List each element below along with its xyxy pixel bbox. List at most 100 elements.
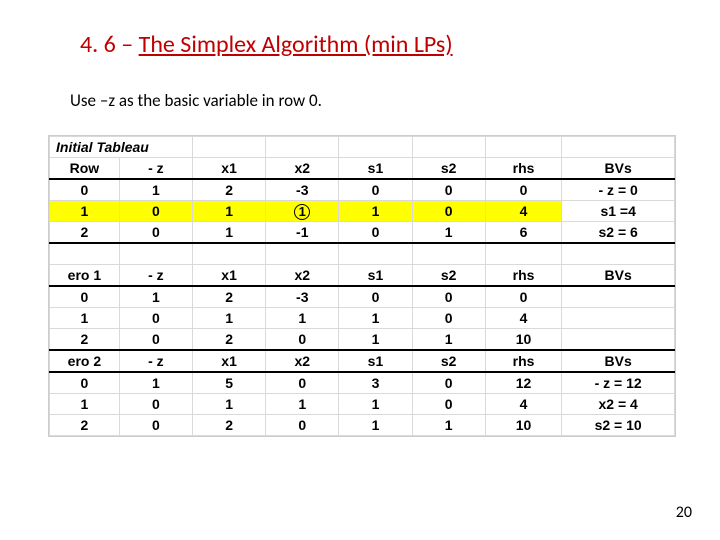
slide: 4. 6 – The Simplex Algorithm (min LPs) U…: [0, 0, 720, 540]
table-row: 01503012- z = 12: [50, 372, 675, 394]
cell: 10: [485, 329, 562, 351]
cell: - z: [119, 158, 192, 180]
cell: ero 2: [50, 350, 120, 372]
cell: [339, 137, 412, 158]
cell: 1: [50, 201, 120, 222]
section-label-row: Initial Tableau: [50, 137, 675, 158]
cell: -1: [266, 222, 339, 244]
cell: [485, 137, 562, 158]
cell: s2: [412, 265, 485, 287]
cell: 0: [339, 286, 412, 308]
cell: 0: [119, 201, 192, 222]
cell: ero 1: [50, 265, 120, 287]
cell: [562, 137, 675, 158]
table-row: 1011104x2 = 4: [50, 394, 675, 415]
table-row: 1011104: [50, 308, 675, 329]
cell: 1: [412, 329, 485, 351]
cell: BVs: [562, 158, 675, 180]
cell: 0: [485, 286, 562, 308]
cell: 1: [119, 179, 192, 201]
cell: 1: [50, 394, 120, 415]
cell: [50, 243, 120, 265]
cell: 2: [50, 329, 120, 351]
cell: [193, 243, 266, 265]
cell: 0: [339, 222, 412, 244]
cell: 0: [412, 286, 485, 308]
simplex-tableau: Initial TableauRow- zx1x2s1s2rhsBVs012-3…: [49, 136, 675, 436]
cell: 4: [485, 308, 562, 329]
cell: 1: [266, 201, 339, 222]
cell: s1: [339, 350, 412, 372]
cell: 0: [119, 415, 192, 436]
cell: 2: [50, 415, 120, 436]
cell: BVs: [562, 265, 675, 287]
cell: 0: [485, 179, 562, 201]
cell: rhs: [485, 265, 562, 287]
cell: 0: [266, 372, 339, 394]
cell: 12: [485, 372, 562, 394]
cell: 1: [339, 201, 412, 222]
cell: 1: [193, 201, 266, 222]
cell: [339, 243, 412, 265]
cell: x2 = 4: [562, 394, 675, 415]
table-row: 012-3000: [50, 286, 675, 308]
cell: -3: [266, 179, 339, 201]
page-number: 20: [676, 503, 692, 522]
table-row: 201-1016s2 = 6: [50, 222, 675, 244]
cell: [562, 329, 675, 351]
cell: 0: [412, 394, 485, 415]
title-prefix: 4. 6 –: [80, 30, 139, 59]
cell: s2 = 6: [562, 222, 675, 244]
cell: 0: [412, 372, 485, 394]
cell: 0: [412, 308, 485, 329]
cell: s2: [412, 158, 485, 180]
cell: 10: [485, 415, 562, 436]
cell: rhs: [485, 350, 562, 372]
cell: 6: [485, 222, 562, 244]
slide-subtitle: Use –z as the basic variable in row 0.: [70, 90, 322, 111]
cell: [119, 243, 192, 265]
cell: 0: [119, 308, 192, 329]
cell: 1: [266, 394, 339, 415]
cell: 2: [193, 286, 266, 308]
pivot-circle: 1: [294, 204, 310, 220]
header-row: ero 2- zx1x2s1s2rhsBVs: [50, 350, 675, 372]
cell: 4: [485, 201, 562, 222]
cell: x2: [266, 265, 339, 287]
cell: 1: [193, 394, 266, 415]
table-row: 1011104s1 =4: [50, 201, 675, 222]
cell: x2: [266, 158, 339, 180]
cell: 1: [193, 222, 266, 244]
cell: 1: [119, 286, 192, 308]
cell: [485, 243, 562, 265]
cell: 1: [339, 308, 412, 329]
cell: 2: [193, 179, 266, 201]
cell: [266, 243, 339, 265]
cell: - z: [119, 350, 192, 372]
cell: BVs: [562, 350, 675, 372]
cell: 0: [119, 394, 192, 415]
cell: 0: [339, 179, 412, 201]
header-row: Row- zx1x2s1s2rhsBVs: [50, 158, 675, 180]
cell: 4: [485, 394, 562, 415]
cell: [562, 308, 675, 329]
table-row: 20201110: [50, 329, 675, 351]
cell: 0: [266, 329, 339, 351]
cell: - z: [119, 265, 192, 287]
cell: 5: [193, 372, 266, 394]
cell: 0: [50, 179, 120, 201]
cell: 1: [412, 415, 485, 436]
cell: 1: [412, 222, 485, 244]
cell: rhs: [485, 158, 562, 180]
table-row: 20201110s2 = 10: [50, 415, 675, 436]
cell: 0: [50, 286, 120, 308]
table-row: 012-3000- z = 0: [50, 179, 675, 201]
cell: Initial Tableau: [50, 137, 193, 158]
cell: Row: [50, 158, 120, 180]
cell: 2: [50, 222, 120, 244]
cell: 2: [193, 415, 266, 436]
cell: x2: [266, 350, 339, 372]
cell: s1: [339, 265, 412, 287]
slide-title: 4. 6 – The Simplex Algorithm (min LPs): [80, 30, 453, 59]
cell: 0: [266, 415, 339, 436]
